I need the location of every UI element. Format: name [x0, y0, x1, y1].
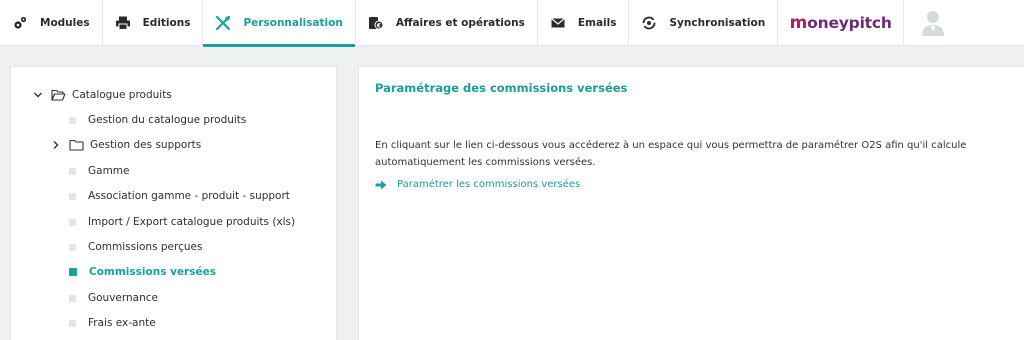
chevron-down-icon[interactable] [33, 90, 43, 100]
link-label: Paramétrer les commissions versées [397, 179, 581, 190]
tree-item-label: Gamme [88, 165, 130, 177]
tree-item-label: Gestion des supports [90, 139, 202, 151]
page-description: En cliquant sur le lien ci-dessous vous … [375, 140, 967, 168]
tree-item-label: Gestion du catalogue produits [88, 114, 247, 126]
tree-item-commissions-percues[interactable]: Commissions perçues [69, 237, 202, 257]
tab-label: Editions [142, 17, 191, 29]
gears-icon [12, 15, 28, 31]
folder-icon [69, 139, 84, 151]
tab-modules[interactable]: Modules [0, 0, 103, 46]
tree-item-label: Import / Export catalogue produits (xls) [88, 216, 296, 228]
tab-editions[interactable]: Editions [103, 0, 204, 46]
tab-emails[interactable]: Emails [538, 0, 630, 46]
moneypitch-logo: moneypitch [789, 13, 892, 33]
tree-item-gouvernance[interactable]: Gouvernance [69, 288, 158, 308]
tools-icon [215, 15, 231, 31]
tab-personnalisation[interactable]: Personnalisation [203, 0, 356, 47]
tree-item-gamme[interactable]: Gamme [69, 161, 130, 181]
content-panel: Paramétrage des commissions versées En c… [358, 66, 1024, 340]
tab-label: Synchronisation [669, 17, 766, 29]
bullet-icon [69, 116, 76, 124]
user-avatar-icon [918, 7, 948, 40]
tree-root-catalogue[interactable]: Catalogue produits [33, 85, 172, 105]
tree-item-gestion-supports[interactable]: Gestion des supports [51, 135, 201, 155]
tree-item-label: Gouvernance [88, 292, 158, 304]
bullet-icon [69, 218, 76, 226]
tree-item-frais-ex-ante[interactable]: Frais ex-ante [69, 313, 156, 333]
bullet-icon [69, 192, 76, 200]
money-icon: € [368, 15, 384, 31]
arrow-right-icon [375, 180, 387, 190]
page-title: Paramétrage des commissions versées [375, 81, 628, 95]
tree-item-commissions-versees[interactable]: Commissions versées [69, 262, 216, 282]
tab-label: Affaires et opérations [395, 17, 525, 29]
tree-item-label: Commissions versées [89, 266, 216, 278]
user-menu[interactable] [904, 0, 962, 46]
bullet-icon [69, 319, 76, 327]
tree-item-label: Commissions perçues [88, 241, 203, 253]
tab-label: Modules [40, 17, 90, 29]
bullet-icon [69, 243, 76, 251]
tab-affaires-operations[interactable]: € Affaires et opérations [356, 0, 538, 46]
sync-icon [641, 15, 657, 31]
printer-icon [115, 15, 131, 31]
bullet-icon [69, 268, 77, 276]
tree-item-label: Association gamme - produit - support [88, 190, 290, 202]
top-navigation: Modules Editions Personnalisation € Affa… [0, 0, 1024, 47]
configure-commissions-link[interactable]: Paramétrer les commissions versées [375, 179, 580, 190]
tree-item-label: Frais ex-ante [88, 317, 156, 329]
tab-label: Personnalisation [243, 17, 343, 29]
envelope-icon [550, 15, 566, 31]
tab-label: Emails [577, 17, 617, 29]
bullet-icon [69, 167, 76, 175]
moneypitch-tab[interactable]: moneypitch [778, 0, 905, 46]
folder-open-icon [51, 89, 66, 101]
chevron-right-icon[interactable] [51, 140, 61, 150]
catalog-tree-panel: Catalogue produits Gestion du catalogue … [10, 66, 337, 340]
tree-item-import-export[interactable]: Import / Export catalogue produits (xls) [69, 212, 295, 232]
tree-item-gestion-catalogue[interactable]: Gestion du catalogue produits [69, 110, 246, 130]
tab-synchronisation[interactable]: Synchronisation [629, 0, 779, 46]
svg-text:€: € [376, 22, 381, 29]
tree-item-association[interactable]: Association gamme - produit - support [69, 186, 290, 206]
bullet-icon [69, 294, 76, 302]
tree-root-label: Catalogue produits [72, 89, 172, 101]
